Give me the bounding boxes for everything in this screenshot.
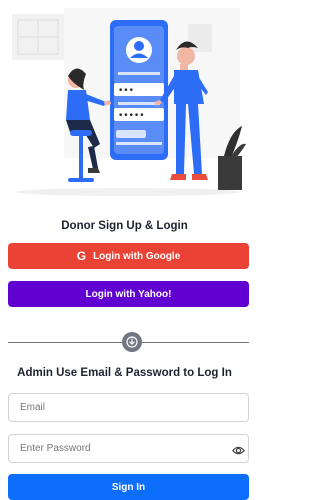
donor-section-title: Donor Sign Up & Login	[61, 220, 188, 232]
login-illustration: ••• •••••	[4, 6, 247, 202]
email-field[interactable]	[9, 402, 220, 413]
sign-in-button[interactable]: Sign In	[8, 474, 249, 500]
eye-icon[interactable]	[232, 443, 245, 461]
google-button-label: Login with Google	[93, 250, 181, 262]
login-with-google-button[interactable]: G Login with Google	[8, 243, 249, 269]
password-field[interactable]	[9, 443, 220, 454]
svg-text:•••: •••	[118, 86, 134, 96]
password-field-container	[8, 434, 249, 463]
google-icon: G	[76, 249, 87, 263]
sign-in-label: Sign In	[111, 481, 146, 493]
svg-text:•••••: •••••	[118, 111, 145, 121]
login-with-yahoo-button[interactable]: Login with Yahoo!	[8, 281, 249, 307]
admin-section-title: Admin Use Email & Password to Log In	[17, 367, 232, 379]
email-field-container	[8, 393, 249, 422]
chevron-down-icon	[122, 332, 142, 352]
yahoo-button-label: Login with Yahoo!	[85, 288, 172, 300]
